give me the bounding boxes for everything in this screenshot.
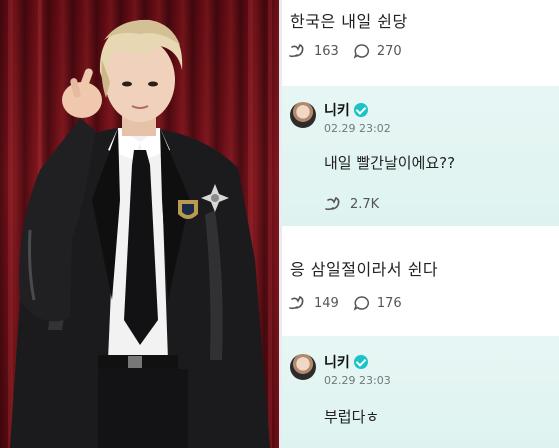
message-stats: 149 176 <box>288 295 416 311</box>
comment-count: 176 <box>376 295 402 311</box>
comment-icon <box>353 44 369 59</box>
artist-name-text: 니키 <box>324 103 350 119</box>
like-count: 2.7K <box>350 196 380 212</box>
like-stat[interactable]: 149 <box>288 295 339 311</box>
artist-timestamp: 02.29 23:03 <box>324 374 391 387</box>
artist-photo <box>0 0 279 448</box>
verified-badge-icon <box>353 355 368 369</box>
artist-reply: 니키 02.29 23:03 부럽다ㅎ <box>282 336 559 448</box>
chat-panel: 한국은 내일 쉰당 163 270 니키 02.29 23:02 내일 빨간날이… <box>282 0 559 448</box>
artist-reply: 니키 02.29 23:02 내일 빨간날이에요?? 2.7K <box>282 86 559 226</box>
artist-name[interactable]: 니키 <box>324 352 368 372</box>
like-stat[interactable]: 2.7K <box>324 196 379 212</box>
artist-message-text: 내일 빨간날이에요?? <box>324 154 456 172</box>
artist-message-text: 부럽다ㅎ <box>324 408 380 426</box>
verified-badge-icon <box>353 103 368 117</box>
message-stats: 163 270 <box>288 43 416 59</box>
artist-avatar[interactable] <box>290 354 316 380</box>
artist-avatar[interactable] <box>290 102 316 128</box>
like-icon <box>325 196 340 211</box>
like-count: 163 <box>314 43 339 59</box>
message-stats: 2.7K <box>324 196 393 212</box>
like-icon <box>289 43 304 58</box>
fan-message: 응 삼일절이라서 쉰다 149 176 <box>282 226 559 336</box>
artist-name[interactable]: 니키 <box>324 100 368 120</box>
comment-count: 270 <box>376 43 402 59</box>
fan-message: 한국은 내일 쉰당 163 270 <box>282 0 559 86</box>
comment-stat[interactable]: 270 <box>353 43 402 59</box>
fan-message-text: 응 삼일절이라서 쉰다 <box>290 260 439 279</box>
like-stat[interactable]: 163 <box>288 43 339 59</box>
like-count: 149 <box>314 295 339 311</box>
like-icon <box>289 295 304 310</box>
fan-message-text: 한국은 내일 쉰당 <box>290 12 408 31</box>
artist-name-text: 니키 <box>324 355 350 371</box>
comment-icon <box>353 296 369 311</box>
comment-stat[interactable]: 176 <box>353 295 402 311</box>
artist-timestamp: 02.29 23:02 <box>324 122 391 135</box>
artist-photo-illustration <box>8 0 272 448</box>
